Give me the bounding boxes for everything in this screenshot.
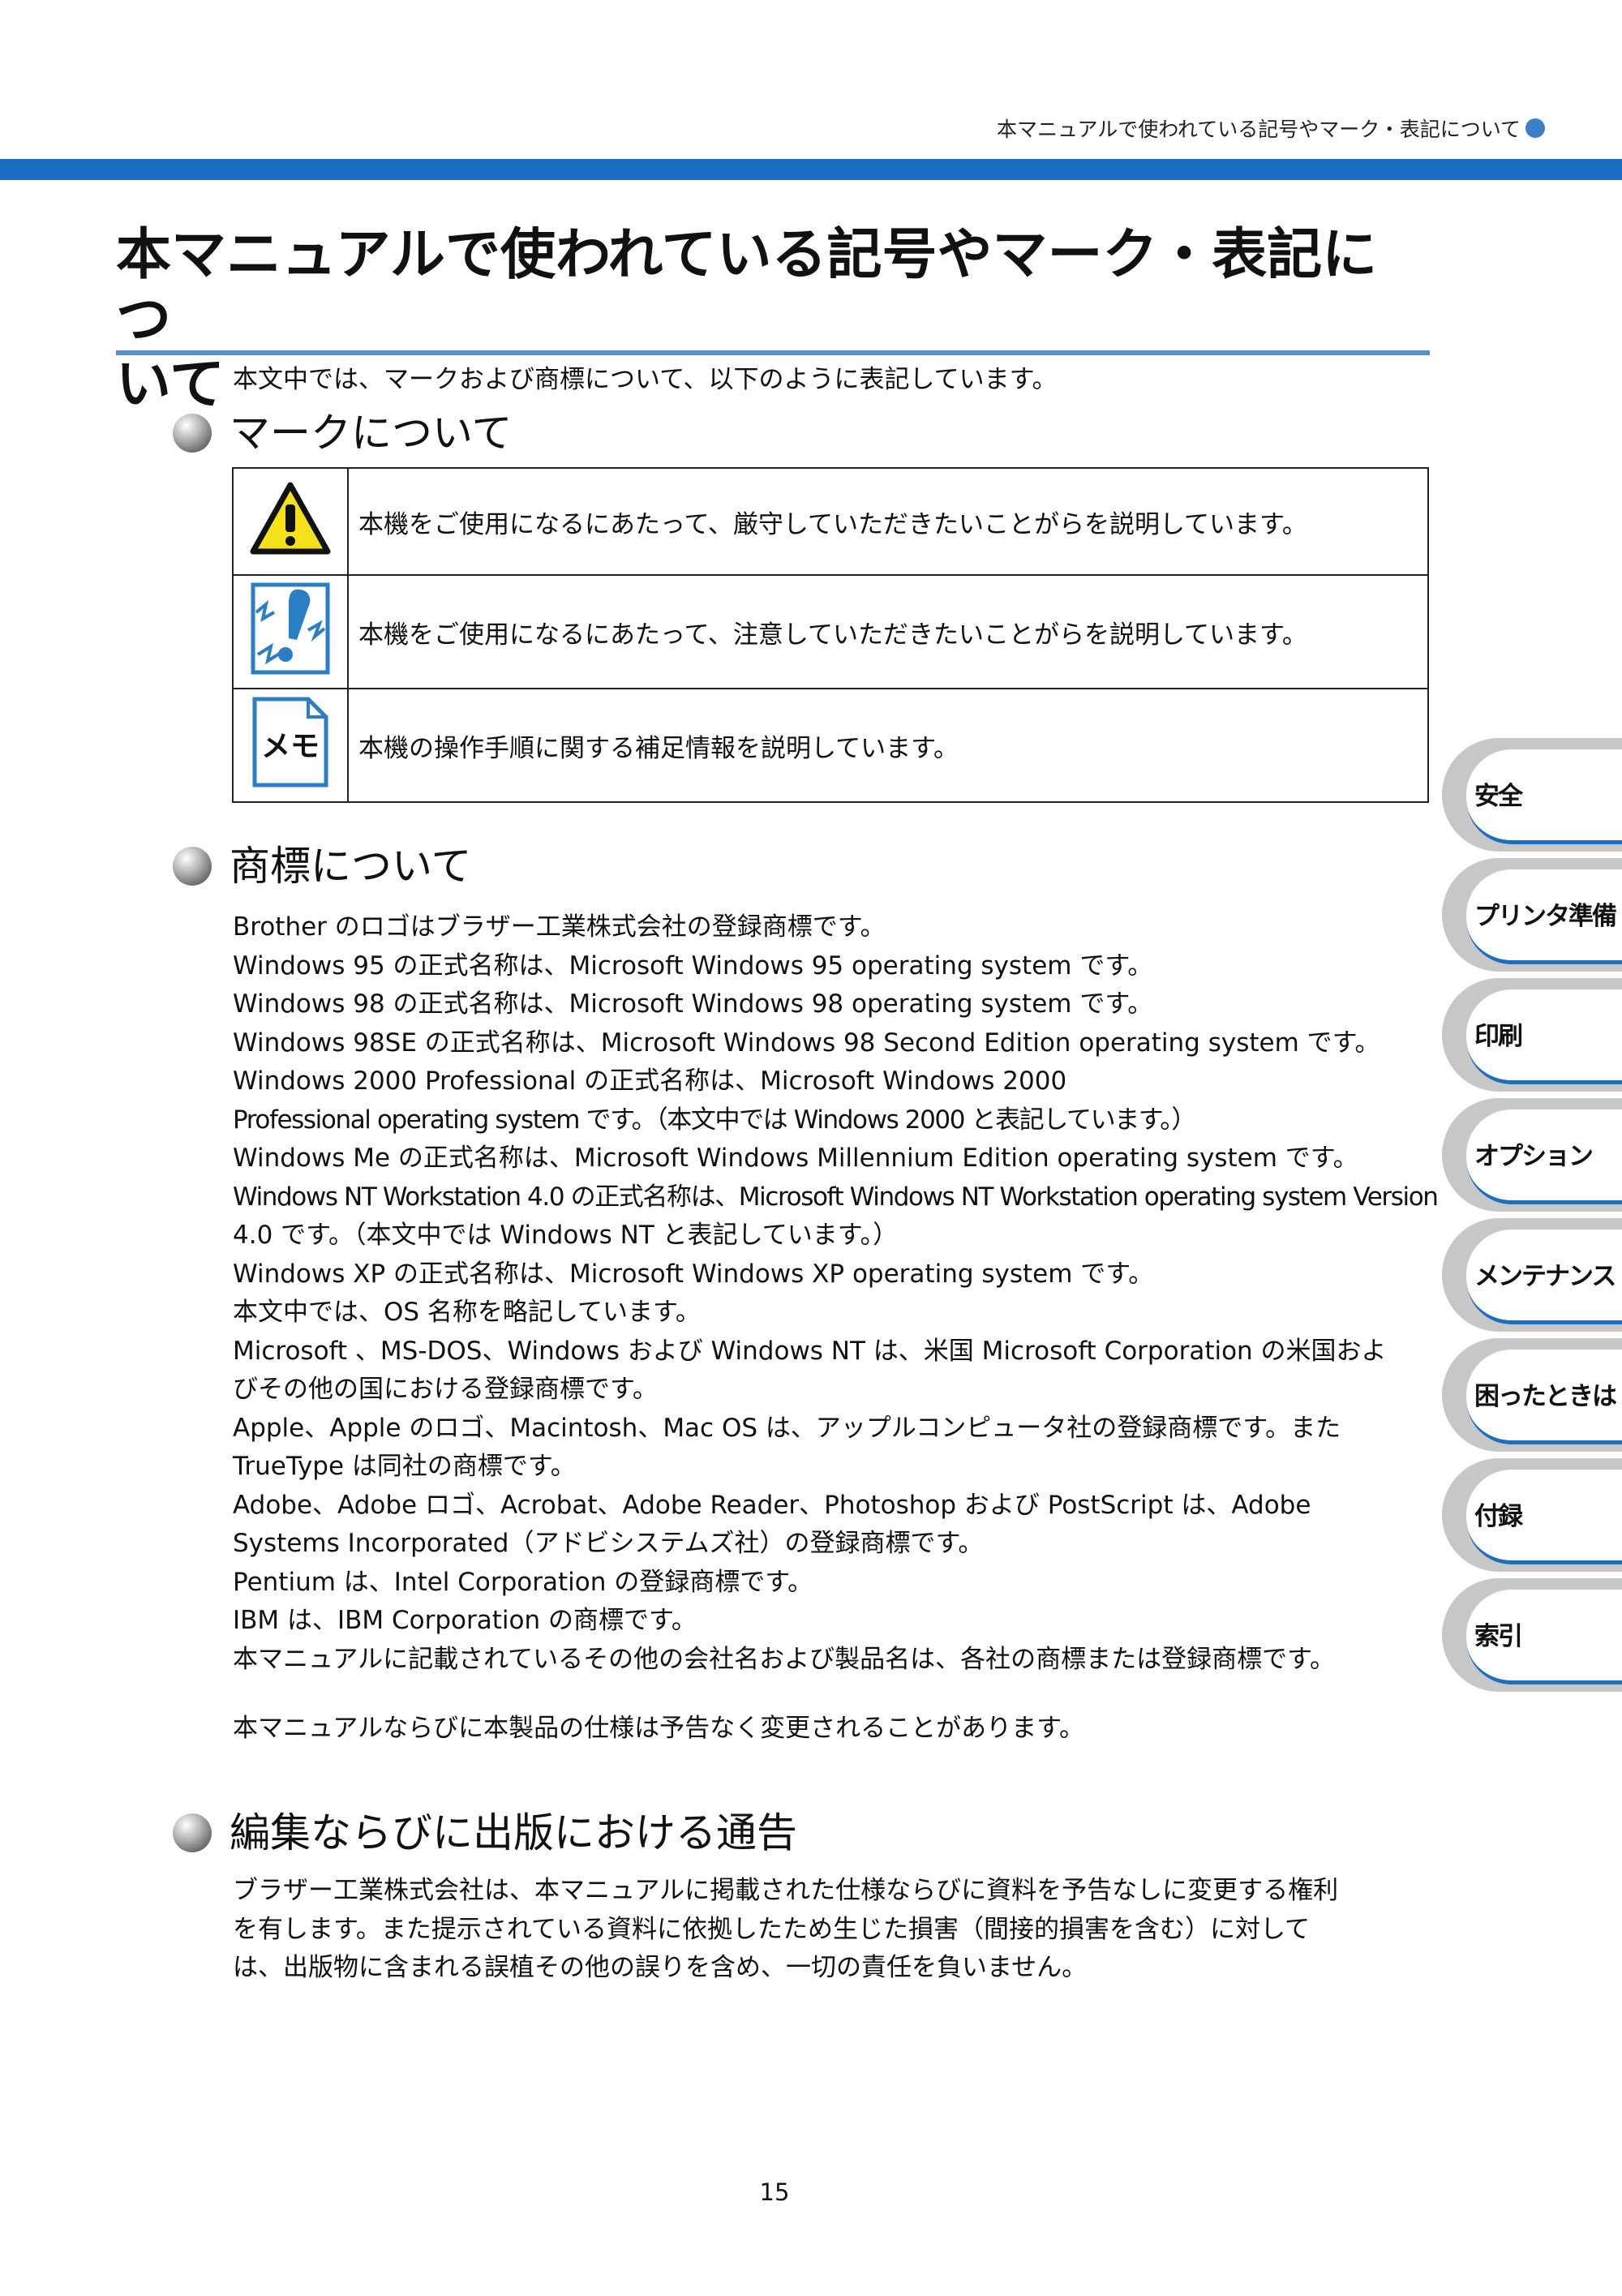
tab-label: 付録 — [1474, 1502, 1523, 1531]
icon-cell — [232, 467, 349, 576]
table-row: メモ 本機の操作手順に関する補足情報を説明しています。 — [232, 688, 1429, 803]
trademark-line: Windows Me の正式名称は、Microsoft Windows Mill… — [233, 1144, 1358, 1173]
trademarks-body: Brother のロゴはブラザー工業株式会社の登録商標です。 Windows 9… — [233, 908, 1439, 1749]
table-row: 本機をご使用になるにあたって、厳守していただきたいことがらを説明しています。 — [232, 467, 1429, 576]
trademarks-heading-text: 商標について — [230, 843, 472, 890]
running-header: 本マニュアルで使われている記号やマーク・表記について — [997, 114, 1545, 143]
marks-heading-text: マークについて — [230, 410, 513, 457]
specification-note: 本マニュアルならびに本製品の仕様は予告なく変更されることがあります。 — [233, 1714, 1084, 1743]
trademark-line: Windows NT Workstation 4.0 の正式名称は、Micros… — [233, 1182, 1439, 1212]
trademark-line: Adobe、Adobe ロゴ、Acrobat、Adobe Reader、Phot… — [233, 1490, 1311, 1520]
page-title-line-1: 本マニュアルで使われている記号やマーク・表記につ — [116, 223, 1378, 352]
mark-table: 本機をご使用になるにあたって、厳守していただきたいことがらを説明しています。 本… — [232, 467, 1429, 803]
trademark-line: 本文中では、OS 名称を略記しています。 — [233, 1298, 701, 1327]
tab-options[interactable]: オプション — [1442, 1098, 1622, 1212]
memo-icon: メモ — [252, 697, 328, 788]
trademark-line: 本マニュアルに記載されているその他の会社名および製品名は、各社の商標または登録商… — [233, 1644, 1336, 1674]
tab-troubleshooting[interactable]: 困ったときは — [1442, 1338, 1622, 1452]
mark-description: 本機の操作手順に関する補足情報を説明しています。 — [347, 688, 1429, 803]
trademarks-heading: 商標について — [173, 840, 472, 892]
table-row: 本機をご使用になるにあたって、注意していただきたいことがらを説明しています。 — [232, 574, 1429, 689]
running-header-text: 本マニュアルで使われている記号やマーク・表記について — [996, 118, 1521, 141]
warning-icon — [250, 482, 331, 555]
trademark-line: Professional operating system です。（本文中では … — [233, 1105, 1196, 1135]
top-accent-bar — [0, 159, 1622, 180]
tab-label: 印刷 — [1474, 1022, 1523, 1051]
icon-cell: メモ — [232, 688, 349, 803]
tab-maintenance[interactable]: メンテナンス — [1442, 1218, 1622, 1332]
trademark-line: IBM は、IBM Corporation の商標です。 — [233, 1606, 697, 1635]
publishing-line: を有します。また提示されている資料に依拠したため生じた損害（間接的損害を含む）に… — [233, 1914, 1311, 1944]
caution-icon — [251, 582, 330, 675]
tab-printer-setup[interactable]: プリンタ準備 — [1442, 858, 1622, 972]
trademark-line: 4.0 です。（本文中では Windows NT と表記しています。） — [233, 1221, 899, 1250]
mark-description: 本機をご使用になるにあたって、注意していただきたいことがらを説明しています。 — [347, 574, 1429, 689]
trademark-line: Brother のロゴはブラザー工業株式会社の登録商標です。 — [233, 912, 886, 942]
trademark-line: Microsoft 、MS-DOS、Windows および Windows NT… — [233, 1336, 1387, 1366]
icon-cell — [232, 574, 349, 689]
trademark-line: びその他の国における登録商標です。 — [233, 1375, 658, 1404]
page-number: 15 — [759, 2178, 790, 2206]
publishing-heading: 編集ならびに出版における通告 — [173, 1807, 797, 1859]
trademark-line: Apple、Apple のロゴ、Macintosh、Mac OS は、アップルコ… — [233, 1413, 1341, 1443]
tab-label: プリンタ準備 — [1474, 902, 1617, 931]
intro-text: 本文中では、マークおよび商標について、以下のように表記しています。 — [233, 365, 1058, 394]
bullet-icon — [173, 1813, 212, 1852]
trademark-line: Windows 95 の正式名称は、Microsoft Windows 95 o… — [233, 951, 1153, 981]
bullet-icon — [173, 847, 212, 886]
trademark-line: Pentium は、Intel Corporation の登録商標です。 — [233, 1567, 813, 1597]
tab-appendix[interactable]: 付録 — [1442, 1458, 1622, 1572]
publishing-line: は、出版物に含まれる誤植その他の誤りを含め、一切の責任を負いません。 — [233, 1953, 1088, 1982]
header-dot-icon — [1525, 118, 1545, 138]
tab-index[interactable]: 索引 — [1442, 1578, 1622, 1692]
publishing-heading-text: 編集ならびに出版における通告 — [230, 1809, 797, 1856]
title-underline — [116, 350, 1430, 355]
tab-label: オプション — [1474, 1142, 1594, 1171]
trademark-line: Windows 98 の正式名称は、Microsoft Windows 98 o… — [233, 989, 1153, 1019]
tab-label: 安全 — [1474, 782, 1523, 811]
marks-heading: マークについて — [173, 407, 513, 459]
tab-safety[interactable]: 安全 — [1442, 738, 1622, 852]
tab-printing[interactable]: 印刷 — [1442, 978, 1622, 1092]
trademark-line: Windows 2000 Professional の正式名称は、Microso… — [233, 1066, 1067, 1096]
trademark-line: Systems Incorporated（アドビシステムズ社）の登録商標です。 — [233, 1529, 984, 1558]
publishing-line: ブラザー工業株式会社は、本マニュアルに掲載された仕様ならびに資料を予告なしに変更… — [233, 1876, 1339, 1905]
trademark-line: Windows 98SE の正式名称は、Microsoft Windows 98… — [233, 1028, 1380, 1058]
tab-label: メンテナンス — [1474, 1262, 1616, 1291]
publishing-body: ブラザー工業株式会社は、本マニュアルに掲載された仕様ならびに資料を予告なしに変更… — [233, 1872, 1433, 1988]
bullet-icon — [173, 414, 212, 453]
tab-label: 索引 — [1474, 1622, 1523, 1651]
mark-description: 本機をご使用になるにあたって、厳守していただきたいことがらを説明しています。 — [347, 467, 1429, 576]
trademark-line: Windows XP の正式名称は、Microsoft Windows XP o… — [233, 1259, 1154, 1289]
tab-label: 困ったときは — [1474, 1382, 1617, 1411]
trademark-line: TrueType は同社の商標です。 — [233, 1452, 576, 1481]
memo-icon-label: メモ — [261, 730, 320, 763]
